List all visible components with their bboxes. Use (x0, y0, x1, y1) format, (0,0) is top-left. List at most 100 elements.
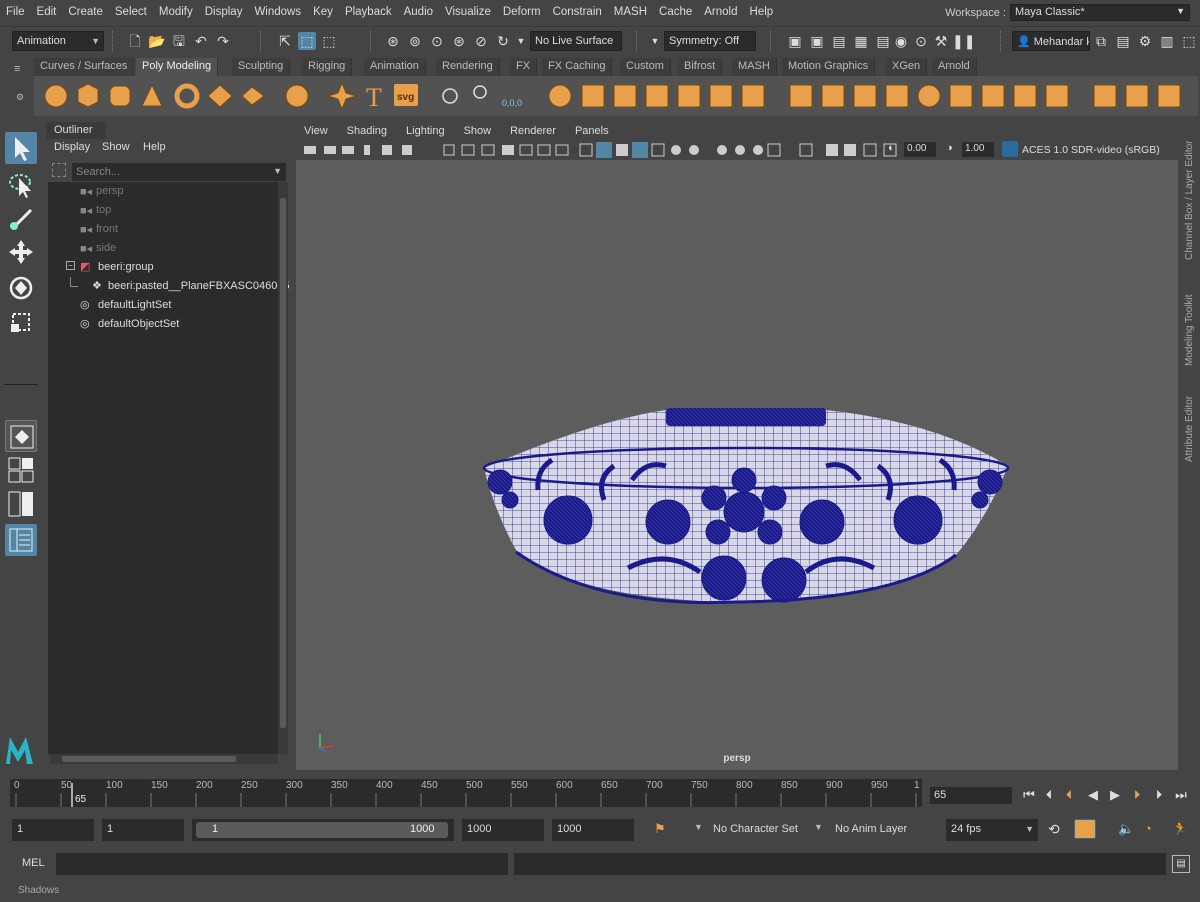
outliner-filter-icon[interactable] (52, 163, 66, 177)
menu-select[interactable]: Select (109, 6, 153, 18)
tab-arnold[interactable]: Arnold (932, 58, 977, 76)
shelf-tab-menu-icon[interactable]: ≡ (14, 63, 20, 75)
menu-visualize[interactable]: Visualize (439, 6, 497, 18)
paint-select-tool-icon[interactable] (5, 202, 37, 234)
anim-prefs-icon[interactable]: 🏃 (1172, 821, 1188, 837)
scrollbar-thumb[interactable] (62, 756, 236, 762)
play-forwards-icon[interactable]: ▶ (1106, 785, 1124, 805)
viewport-menu-view[interactable]: View (294, 122, 337, 140)
lasso-tool-icon[interactable] (5, 168, 37, 200)
go-to-start-icon[interactable]: ⏮ (1020, 785, 1038, 805)
outliner-vertical-scrollbar[interactable] (278, 182, 288, 754)
command-input[interactable] (56, 853, 508, 875)
four-pane-layout-icon[interactable] (5, 456, 37, 486)
chevron-down-icon[interactable]: ▼ (512, 32, 530, 50)
select-hierarchy-icon[interactable]: ⇱ (276, 32, 294, 50)
render-sequence-icon[interactable]: ▣ (808, 32, 826, 50)
anim-layer-dropdown[interactable]: No Anim Layer (830, 819, 926, 841)
outliner-layout-icon[interactable] (5, 524, 37, 556)
save-scene-icon[interactable]: 🖫 (170, 32, 188, 50)
menu-constrain[interactable]: Constrain (547, 6, 608, 18)
viewport-menu-panels[interactable]: Panels (565, 122, 618, 140)
snap-surface-icon[interactable]: ⊘ (472, 32, 490, 50)
menu-file[interactable]: File (0, 6, 31, 18)
outliner-row-pasted-plane[interactable]: ❖ beeri:pasted__PlaneFBXASC046005 (48, 277, 290, 295)
rotate-tool-icon[interactable] (5, 272, 37, 304)
menu-help[interactable]: Help (744, 6, 780, 18)
exposure-field[interactable]: 0.00 (904, 142, 936, 157)
animation-start-field[interactable]: 1 (12, 819, 94, 841)
tab-xgen[interactable]: XGen (886, 58, 928, 76)
undo-icon[interactable]: ↶ (192, 32, 210, 50)
attribute-editor-icon[interactable]: ▤ (1114, 32, 1132, 50)
script-editor-icon[interactable]: ▤ (1172, 855, 1190, 873)
tab-bifrost[interactable]: Bifrost (678, 58, 723, 76)
color-space-label[interactable]: ACES 1.0 SDR-video (sRGB) (1022, 144, 1160, 156)
maximize-panel-icon[interactable]: ⬚ (1180, 32, 1198, 50)
workspace-dropdown[interactable]: Maya Classic* ▼ (1010, 4, 1190, 21)
viewport-menu-lighting[interactable]: Lighting (396, 122, 454, 140)
snap-curve-icon[interactable]: ⊚ (406, 32, 424, 50)
tab-motion-graphics[interactable]: Motion Graphics (782, 58, 876, 76)
sound-icon[interactable]: 🔈 (1118, 821, 1134, 837)
snap-view-icon[interactable]: ⊛ (450, 32, 468, 50)
tab-modeling-toolkit[interactable]: Modeling Toolkit (1184, 272, 1198, 366)
snap-vertex-icon[interactable]: ↻ (494, 32, 512, 50)
tab-channel-box[interactable]: Channel Box / Layer Editor (1184, 130, 1198, 260)
playback-start-field[interactable]: 1 (102, 819, 184, 841)
outliner-search-input[interactable]: Search... ▼ (72, 163, 286, 181)
channel-box-icon[interactable]: ▥ (1158, 32, 1176, 50)
menu-arnold[interactable]: Arnold (698, 6, 743, 18)
move-tool-icon[interactable] (5, 236, 37, 268)
viewport-menu-shading[interactable]: Shading (337, 122, 396, 140)
menuset-dropdown[interactable]: Animation ▼ (12, 31, 104, 51)
outliner-menu-help[interactable]: Help (143, 141, 166, 159)
play-backwards-icon[interactable]: ◀ (1084, 785, 1102, 805)
timer-icon[interactable]: ◔ (1144, 821, 1152, 836)
menu-mash[interactable]: MASH (608, 6, 653, 18)
menu-audio[interactable]: Audio (398, 6, 439, 18)
go-to-end-icon[interactable]: ⏭ (1172, 785, 1190, 805)
menu-windows[interactable]: Windows (248, 6, 307, 18)
chevron-down-icon[interactable]: ▼ (273, 166, 282, 176)
render-frame-icon[interactable]: ▣ (786, 32, 804, 50)
viewport-menu-show[interactable]: Show (454, 122, 501, 140)
single-pane-layout-icon[interactable] (5, 420, 37, 452)
viewport-canvas[interactable]: persp (296, 160, 1178, 770)
loop-icon[interactable]: ⟲ (1048, 821, 1060, 838)
menu-cache[interactable]: Cache (653, 6, 698, 18)
select-object-icon[interactable]: ⬚ (298, 32, 316, 50)
tab-curves-surfaces[interactable]: Curves / Surfaces (34, 58, 135, 76)
cache-playback-icon[interactable] (1074, 819, 1096, 839)
tab-attribute-editor[interactable]: Attribute Editor (1184, 380, 1198, 462)
snap-grid-icon[interactable]: ⊛ (384, 32, 402, 50)
chevron-down-icon[interactable]: ▼ (694, 822, 703, 832)
menu-display[interactable]: Display (199, 6, 249, 18)
hypershade-icon[interactable]: ◉ (892, 32, 910, 50)
select-tool-icon[interactable] (5, 132, 37, 164)
outliner-row-beeri-group[interactable]: − ◩ beeri:group (48, 258, 276, 276)
outliner-menu-show[interactable]: Show (102, 141, 130, 159)
open-scene-icon[interactable]: 📂 (148, 32, 166, 50)
arnold-render-icon[interactable]: ⊙ (912, 32, 930, 50)
tab-custom[interactable]: Custom (620, 58, 671, 76)
fps-dropdown[interactable]: 24 fps ▼ (946, 819, 1038, 841)
bowl-wireframe-model[interactable] (296, 160, 1178, 770)
select-component-icon[interactable]: ⬚ (320, 32, 338, 50)
auto-key-icon[interactable]: ⚑ (654, 821, 666, 837)
scrollbar-thumb[interactable] (280, 198, 286, 728)
render-settings-icon[interactable]: ▤ (874, 32, 892, 50)
menu-deform[interactable]: Deform (497, 6, 547, 18)
character-set-dropdown[interactable]: No Character Set (708, 819, 804, 841)
snap-point-icon[interactable]: ⊙ (428, 32, 446, 50)
step-back-key-icon[interactable]: ⏴ (1060, 785, 1078, 805)
scale-tool-icon[interactable] (5, 306, 37, 338)
ipr-render-icon[interactable]: ▦ (852, 32, 870, 50)
tab-poly-modeling[interactable]: Poly Modeling (136, 58, 219, 76)
current-frame-field[interactable]: 65 (930, 787, 1012, 804)
tab-sculpting[interactable]: Sculpting (232, 58, 291, 76)
step-forward-frame-icon[interactable]: ⏵ (1150, 785, 1168, 805)
tab-fx-caching[interactable]: FX Caching (542, 58, 613, 76)
playback-end-field[interactable]: 1000 (462, 819, 544, 841)
tab-animation[interactable]: Animation (364, 58, 426, 76)
